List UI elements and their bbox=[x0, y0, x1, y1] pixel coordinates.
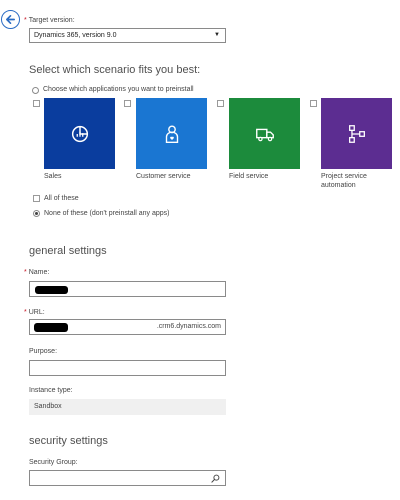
sales-tile[interactable] bbox=[44, 98, 115, 169]
customer-service-label: Customer service bbox=[136, 173, 191, 180]
all-of-these-checkbox[interactable] bbox=[33, 195, 40, 202]
url-suffix: .crm6.dynamics.com bbox=[156, 323, 221, 330]
required-marker: * bbox=[24, 269, 27, 276]
back-button[interactable] bbox=[1, 10, 20, 29]
chart-icon bbox=[71, 125, 88, 142]
project-service-label: Project service automation bbox=[321, 173, 367, 189]
sales-checkbox[interactable] bbox=[33, 100, 40, 107]
person-heart-icon bbox=[165, 125, 178, 143]
choose-apps-label: Choose which applications you want to pr… bbox=[43, 86, 194, 93]
name-field[interactable] bbox=[29, 281, 226, 297]
purpose-field[interactable] bbox=[29, 360, 226, 376]
choose-apps-radio[interactable] bbox=[32, 87, 39, 94]
url-label: * URL: bbox=[24, 309, 45, 316]
security-group-field[interactable] bbox=[29, 470, 226, 486]
none-of-these-label: None of these (don't preinstall any apps… bbox=[44, 210, 170, 217]
purpose-label: Purpose: bbox=[29, 348, 58, 355]
chevron-down-icon: ▼ bbox=[214, 32, 220, 38]
required-marker: * bbox=[24, 17, 27, 24]
instance-type-label: Instance type: bbox=[29, 387, 73, 394]
project-service-checkbox[interactable] bbox=[310, 100, 317, 107]
redacted-name bbox=[35, 286, 68, 294]
search-icon[interactable] bbox=[211, 474, 220, 483]
customer-service-tile[interactable] bbox=[136, 98, 207, 169]
all-of-these-label: All of these bbox=[44, 195, 79, 202]
none-of-these-radio[interactable] bbox=[33, 210, 40, 217]
field-service-tile[interactable] bbox=[229, 98, 300, 169]
truck-icon bbox=[255, 128, 274, 141]
sales-label: Sales bbox=[44, 173, 62, 180]
instance-type-value: Sandbox bbox=[29, 399, 226, 415]
customer-service-checkbox[interactable] bbox=[124, 100, 131, 107]
scenario-heading: Select which scenario fits you best: bbox=[29, 64, 201, 76]
hierarchy-icon bbox=[348, 124, 365, 143]
project-service-tile[interactable] bbox=[321, 98, 392, 169]
general-settings-heading: general settings bbox=[29, 245, 107, 257]
name-label: * Name: bbox=[24, 269, 50, 276]
arrow-left-icon bbox=[6, 15, 15, 24]
target-version-select[interactable]: Dynamics 365, version 9.0 ▼ bbox=[29, 28, 226, 43]
required-marker: * bbox=[24, 309, 27, 316]
security-group-label: Security Group: bbox=[29, 459, 78, 466]
url-field[interactable]: .crm6.dynamics.com bbox=[29, 319, 226, 335]
redacted-url bbox=[34, 323, 68, 332]
target-version-label: * Target version: bbox=[24, 17, 75, 24]
field-service-checkbox[interactable] bbox=[217, 100, 224, 107]
field-service-label: Field service bbox=[229, 173, 269, 180]
target-version-value: Dynamics 365, version 9.0 bbox=[34, 32, 117, 39]
security-settings-heading: security settings bbox=[29, 435, 108, 447]
